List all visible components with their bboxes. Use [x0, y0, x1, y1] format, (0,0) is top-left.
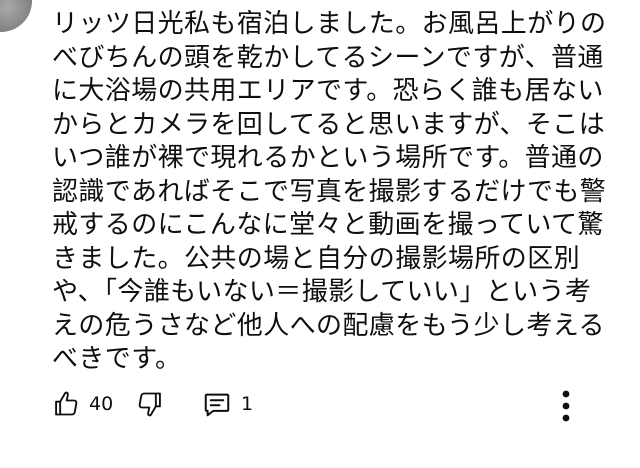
- comment-line: べきです。: [52, 344, 182, 374]
- comment-line: べびちんの頭を乾かしてるシーンですが、普通: [52, 42, 604, 73]
- like-button[interactable]: 40: [52, 384, 113, 424]
- comment-line: えの危うさなど他人への配慮をもう少し考える: [52, 310, 605, 341]
- comment-line: に大浴場の共用エリアです。恐らく誰も居ない: [52, 76, 604, 106]
- comment-icon: [202, 389, 232, 419]
- comment-actions: 40 1: [52, 384, 612, 424]
- comment-line: リッツ日光私も宿泊しました。お風呂上がりの: [52, 9, 607, 39]
- thumbs-up-icon: [52, 390, 80, 418]
- comment-line: きました。公共の場と自分の撮影場所の区別: [52, 243, 581, 274]
- more-options-button[interactable]: [554, 386, 578, 426]
- comment-text: リッツ日光私も宿泊しました。お風呂上がりの べびちんの頭を乾かしてるシーンですが…: [52, 8, 612, 377]
- reply-button[interactable]: 1: [202, 384, 253, 424]
- like-count: 40: [89, 393, 114, 415]
- avatar[interactable]: [0, 0, 32, 32]
- comment-line: 認識であればそこで写真を撮影するだけでも警: [52, 176, 607, 207]
- comment-line: 戒するのにこんなに堂々と動画を撮っていて驚: [52, 210, 604, 240]
- comment-line: いつ誰が裸で現れるかという場所です。普通の: [52, 143, 604, 173]
- comment-line: からとカメラを回してると思いますが、そこは: [52, 109, 606, 140]
- comment-line: や、「今誰もいない＝撮影していい」という考: [52, 277, 592, 307]
- dislike-button[interactable]: [136, 384, 164, 424]
- reply-count: 1: [241, 393, 254, 415]
- thumbs-down-icon: [136, 390, 164, 418]
- more-vertical-icon: [554, 388, 578, 424]
